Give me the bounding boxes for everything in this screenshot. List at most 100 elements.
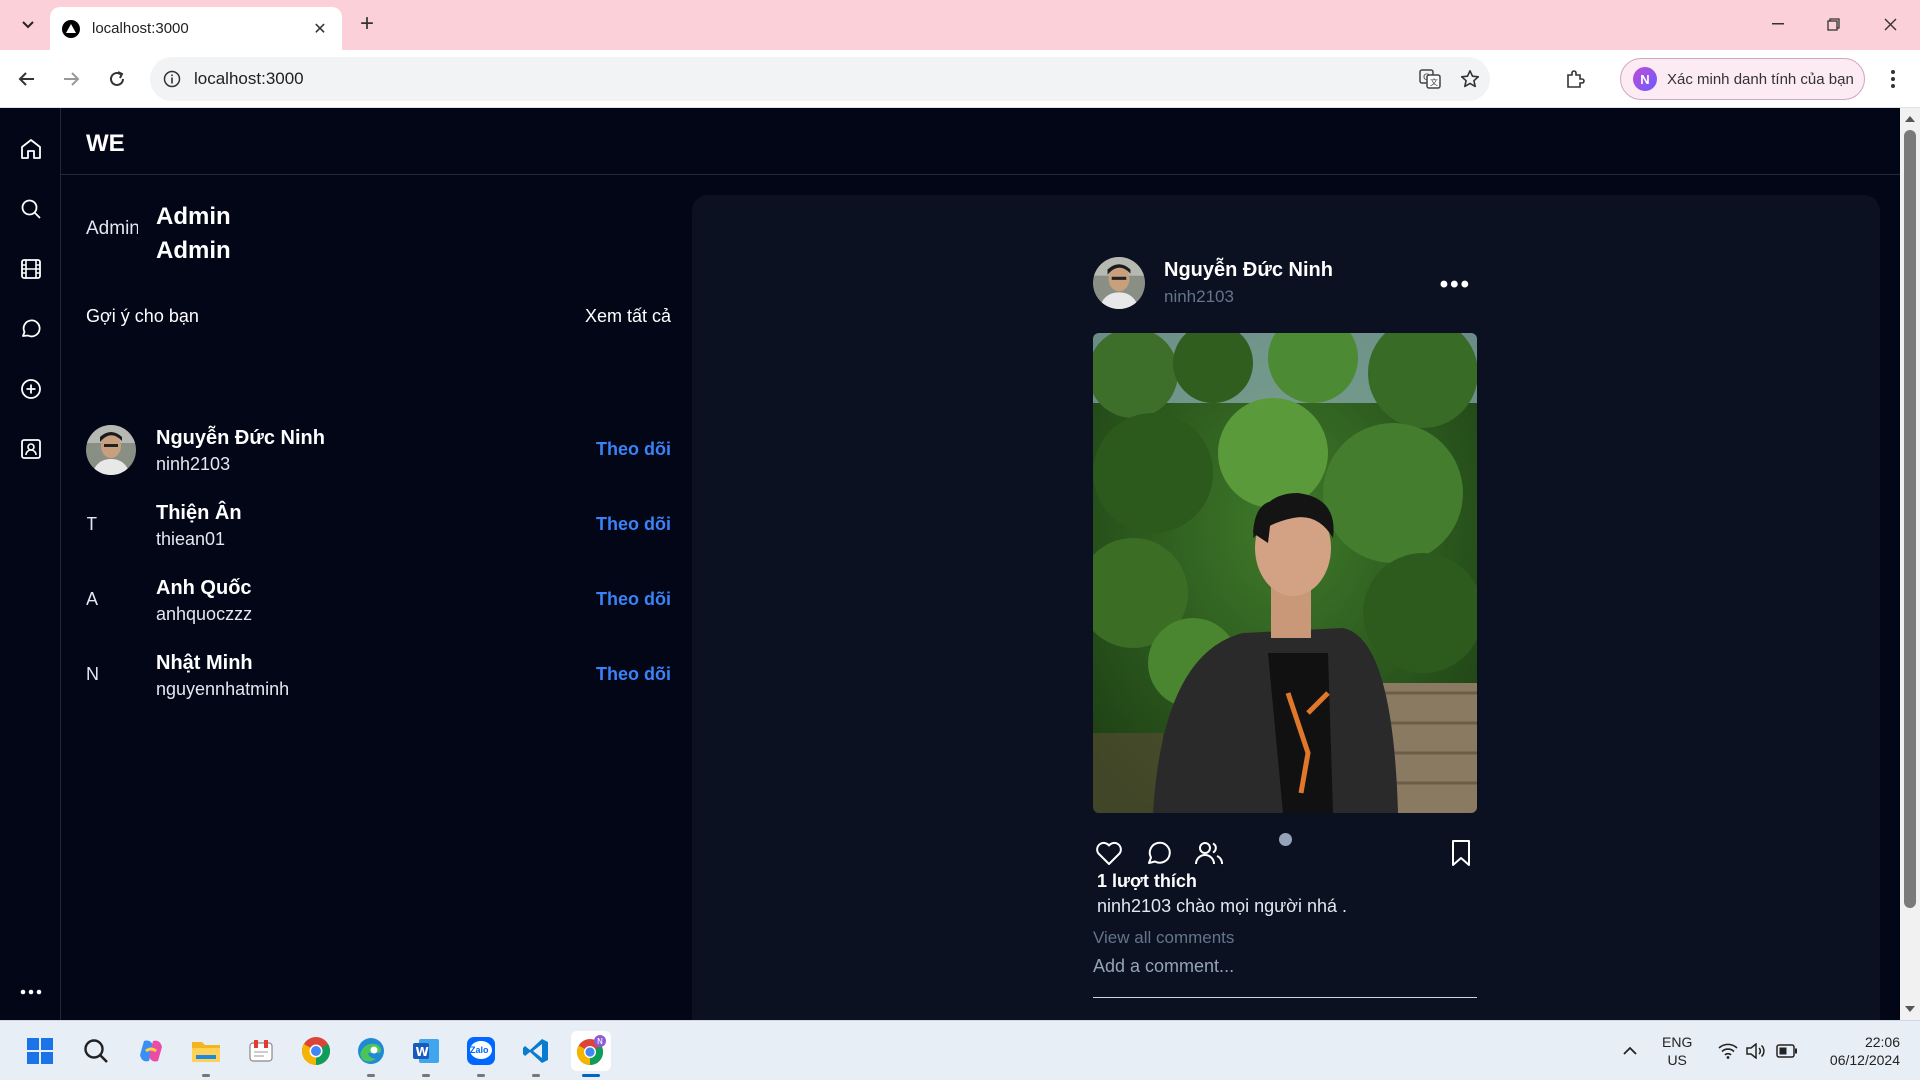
tab-close-icon[interactable]: ✕ <box>310 19 330 39</box>
follow-button[interactable]: Theo dõi <box>596 589 671 610</box>
tab-search-button[interactable] <box>14 12 42 38</box>
minimize-icon <box>1772 23 1784 25</box>
current-user-card[interactable]: Admin Admin Admin <box>86 200 231 268</box>
avatar[interactable]: N <box>86 650 136 700</box>
svg-text:文: 文 <box>1430 77 1438 87</box>
page-scrollbar[interactable] <box>1900 108 1920 1020</box>
bookmark-icon[interactable] <box>1445 837 1477 869</box>
file-explorer-icon[interactable] <box>186 1031 226 1077</box>
avatar[interactable]: A <box>86 575 136 625</box>
suggestion-username: thiean01 <box>156 528 226 549</box>
arrow-right-icon <box>64 72 80 86</box>
wifi-icon[interactable] <box>1718 1021 1738 1080</box>
battery-icon[interactable] <box>1776 1021 1798 1080</box>
clock-time: 22:06 <box>1864 1034 1900 1050</box>
chrome-icon[interactable] <box>296 1031 336 1071</box>
puzzle-icon <box>1567 70 1585 88</box>
post-options-button[interactable]: ••• <box>1440 271 1471 299</box>
browser-menu-button[interactable] <box>1878 64 1908 94</box>
comment-input[interactable]: Add a comment... <box>1093 956 1477 998</box>
language-region: US <box>1667 1052 1687 1068</box>
new-tab-button[interactable]: + <box>354 12 380 38</box>
avatar[interactable]: Admin <box>86 218 138 240</box>
vscode-icon[interactable] <box>516 1031 556 1077</box>
close-window-button[interactable] <box>1870 10 1910 38</box>
tray-overflow-chevron-icon[interactable] <box>1622 1021 1638 1080</box>
more-menu-icon[interactable] <box>17 978 45 1006</box>
list-item: A Anh Quốc anhquoczzz Theo dõi <box>86 562 671 637</box>
suggestion-username: anhquoczzz <box>156 603 253 624</box>
restore-icon <box>1826 17 1840 31</box>
left-nav-rail <box>0 108 61 1020</box>
system-clock[interactable]: 22:06 06/12/2024 <box>1810 1033 1900 1069</box>
translate-icon[interactable]: G文 <box>1410 68 1450 90</box>
chevron-down-icon <box>22 21 34 29</box>
view-comments-link[interactable]: View all comments <box>1093 928 1234 948</box>
post-header: Nguyễn Đức Ninh ninh2103 ••• <box>1093 257 1477 309</box>
vercel-favicon-icon <box>62 19 80 38</box>
windows-start-icon[interactable] <box>20 1031 60 1071</box>
address-bar[interactable]: localhost:3000 G文 <box>150 57 1490 101</box>
list-item: N Nhật Minh nguyennhatminh Theo dõi <box>86 637 671 712</box>
volume-icon[interactable] <box>1746 1021 1766 1080</box>
kebab-menu-icon <box>1891 70 1895 88</box>
forward-button[interactable] <box>56 64 86 94</box>
suggestion-name[interactable]: Thiện Ân <box>156 499 596 527</box>
see-all-link[interactable]: Xem tất cả <box>585 306 671 327</box>
clock-date: 06/12/2024 <box>1829 1052 1900 1068</box>
chrome-profile-icon[interactable]: N <box>571 1031 611 1077</box>
svg-text:N: N <box>597 1037 603 1046</box>
post-author-name[interactable]: Nguyễn Đức Ninh <box>1164 259 1333 282</box>
restore-button[interactable] <box>1813 10 1853 38</box>
minimize-button[interactable] <box>1758 10 1798 38</box>
suggestion-name[interactable]: Nguyễn Đức Ninh <box>156 424 596 452</box>
post-image[interactable] <box>1093 333 1477 813</box>
bookmark-star-icon[interactable] <box>1450 69 1490 89</box>
back-button[interactable] <box>12 64 42 94</box>
language-indicator[interactable]: ENG US <box>1662 1033 1692 1069</box>
scroll-down-arrow-icon[interactable] <box>1905 1006 1915 1012</box>
extensions-button[interactable] <box>1560 64 1590 94</box>
copilot-icon[interactable] <box>131 1031 171 1071</box>
header-divider <box>61 174 1900 175</box>
taskbar: W Zalo N ENG US 22:06 06/12/2024 <box>0 1020 1920 1080</box>
post-author-username: ninh2103 <box>1164 287 1234 306</box>
search-icon[interactable] <box>76 1031 116 1071</box>
current-user-display-name[interactable]: Admin <box>156 200 231 234</box>
suggestions-list: Nguyễn Đức Ninh ninh2103 Theo dõi T Thiệ… <box>86 412 671 712</box>
users-tag-icon[interactable] <box>1193 837 1225 869</box>
follow-button[interactable]: Theo dõi <box>596 439 671 460</box>
word-icon[interactable]: W <box>406 1031 446 1077</box>
suggestion-name[interactable]: Nhật Minh <box>156 649 596 677</box>
reels-film-icon[interactable] <box>17 255 45 283</box>
reload-button[interactable] <box>102 64 132 94</box>
avatar[interactable] <box>1093 257 1145 309</box>
arrow-left-icon <box>18 72 34 86</box>
avatar[interactable]: T <box>86 500 136 550</box>
avatar[interactable] <box>86 424 136 475</box>
snipping-tool-icon[interactable] <box>241 1031 281 1071</box>
scroll-up-arrow-icon[interactable] <box>1905 116 1915 122</box>
follow-button[interactable]: Theo dõi <box>596 664 671 685</box>
zalo-icon[interactable]: Zalo <box>461 1031 501 1077</box>
site-info-icon[interactable] <box>150 70 194 88</box>
suggestions-heading: Gợi ý cho bạn <box>86 306 199 326</box>
scroll-thumb[interactable] <box>1904 130 1916 908</box>
heart-icon[interactable] <box>1093 837 1125 869</box>
create-plus-icon[interactable] <box>17 375 45 403</box>
url-text[interactable]: localhost:3000 <box>194 69 1410 89</box>
comment-icon[interactable] <box>1143 837 1175 869</box>
app-logo[interactable]: WE <box>86 130 125 158</box>
message-circle-icon[interactable] <box>17 315 45 343</box>
search-icon[interactable] <box>17 195 45 223</box>
profile-button[interactable]: N Xác minh danh tính của bạn <box>1620 58 1865 100</box>
browser-tab[interactable]: localhost:3000 ✕ <box>50 7 342 50</box>
home-icon[interactable] <box>17 135 45 163</box>
edge-icon[interactable] <box>351 1031 391 1077</box>
list-item: Nguyễn Đức Ninh ninh2103 Theo dõi <box>86 412 671 487</box>
like-count[interactable]: 1 lượt thích <box>1097 871 1197 892</box>
suggestion-username: ninh2103 <box>156 453 231 474</box>
suggestion-name[interactable]: Anh Quốc <box>156 574 596 602</box>
profile-card-icon[interactable] <box>17 435 45 463</box>
follow-button[interactable]: Theo dõi <box>596 514 671 535</box>
